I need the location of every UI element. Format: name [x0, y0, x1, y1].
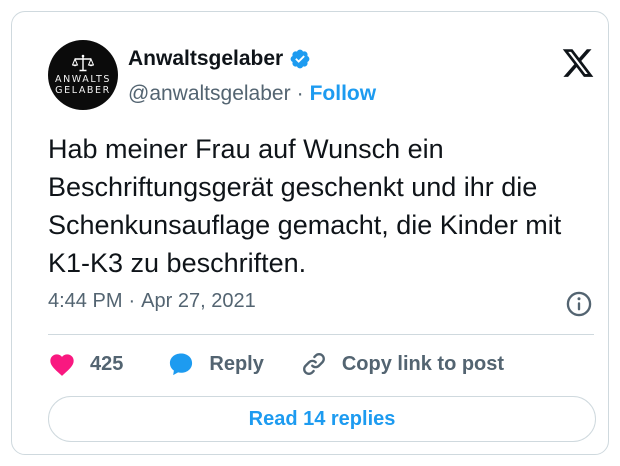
info-icon[interactable]: [565, 290, 593, 318]
tweet-date: Apr 27, 2021: [141, 290, 256, 312]
like-button[interactable]: 425: [48, 351, 123, 377]
author-handle-row: @anwaltsgelaber · Follow: [128, 82, 376, 106]
reply-label: Reply: [209, 352, 264, 375]
tweet-timestamp[interactable]: 4:44 PM · Apr 27, 2021: [48, 290, 256, 313]
divider: [48, 334, 594, 335]
tweet-text: Hab meiner Frau auf Wunsch ein Beschrift…: [48, 134, 562, 278]
tweet-time: 4:44 PM: [48, 290, 123, 312]
tweet-actions: 425 Reply Copy link to post: [48, 348, 504, 380]
copy-link-label: Copy link to post: [341, 352, 505, 375]
verified-badge-icon: [289, 48, 311, 70]
avatar-text-bottom: GELABER: [55, 85, 111, 96]
avatar[interactable]: ANWALTS GELABER: [48, 40, 118, 110]
reply-button[interactable]: Reply: [167, 350, 264, 378]
avatar-text-top: ANWALTS: [55, 74, 111, 85]
author-name-row: Anwaltsgelaber: [128, 47, 311, 71]
scales-of-justice-icon: [72, 54, 94, 72]
copy-link-button[interactable]: Copy link to post: [300, 350, 504, 378]
author-handle[interactable]: @anwaltsgelaber: [128, 82, 291, 106]
heart-icon: [48, 351, 76, 377]
follow-button[interactable]: Follow: [310, 82, 377, 106]
handle-separator: ·: [296, 82, 304, 105]
x-logo-icon[interactable]: [561, 46, 595, 80]
tweet-card: ANWALTS GELABER Anwaltsgelaber @anwaltsg…: [11, 11, 609, 455]
link-icon: [300, 350, 328, 378]
like-count: 425: [90, 352, 124, 375]
author-display-name[interactable]: Anwaltsgelaber: [128, 47, 283, 71]
read-replies-button[interactable]: Read 14 replies: [48, 396, 596, 442]
reply-bubble-icon: [167, 350, 195, 378]
timestamp-separator: ·: [128, 290, 136, 312]
